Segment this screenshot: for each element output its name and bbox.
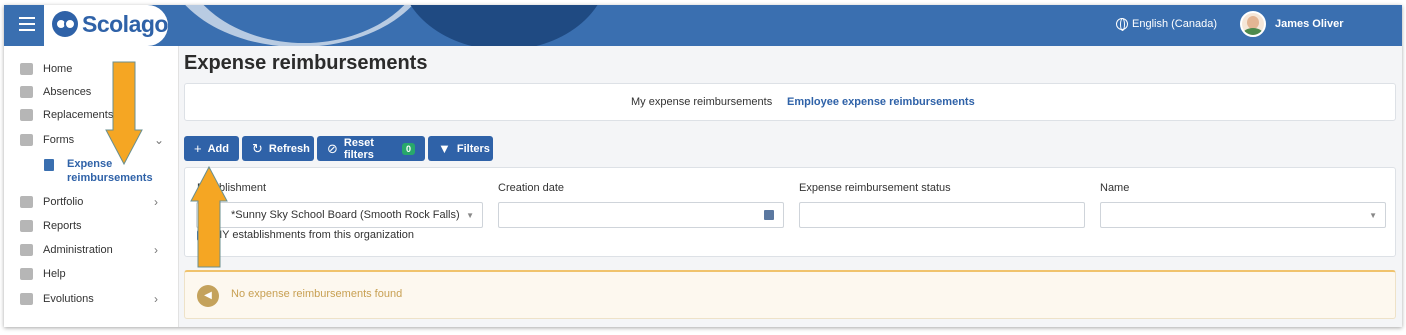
checkbox-label: MY establishments from this organization — [213, 229, 414, 241]
sidebar-item-label: Reports — [43, 220, 82, 232]
forms-icon — [20, 134, 33, 146]
reset-filters-button[interactable]: ⊘ Reset filters 0 — [317, 136, 425, 161]
sidebar-item-replacements[interactable]: Replacements — [4, 104, 179, 126]
status-label: Expense reimbursement status — [799, 182, 951, 194]
status-input[interactable] — [799, 202, 1085, 228]
chevron-right-icon: › — [154, 243, 158, 257]
tab-my-expense-reimbursements[interactable]: My expense reimbursements — [631, 96, 772, 108]
sidebar-item-label: Absences — [43, 86, 92, 98]
sidebar-item-evolutions[interactable]: Evolutions › — [4, 288, 179, 310]
replacements-icon — [20, 109, 33, 121]
refresh-button[interactable]: ↻ Refresh — [242, 136, 314, 161]
globe-icon — [1116, 18, 1128, 31]
chevron-right-icon: › — [154, 195, 158, 209]
document-icon — [44, 159, 54, 171]
my-establishments-checkbox-row[interactable]: ✓ MY establishments from this organizati… — [197, 229, 414, 241]
chevron-down-icon: ⌄ — [154, 133, 165, 147]
sidebar-item-label: Help — [43, 268, 66, 280]
gear-icon — [20, 244, 33, 256]
megaphone-icon: ◀ — [197, 285, 219, 307]
app-name: Scolago — [82, 11, 168, 37]
establishment-value: *Sunny Sky School Board (Smooth Rock Fal… — [231, 209, 460, 221]
reports-icon — [20, 220, 33, 232]
creation-date-input[interactable] — [498, 202, 784, 228]
add-label: Add — [207, 142, 229, 155]
sidebar-item-label: Replacements — [43, 109, 114, 121]
sidebar-item-portfolio[interactable]: Portfolio › — [4, 191, 179, 213]
annotation-arrow-up — [190, 165, 228, 268]
annotation-arrow-down — [105, 61, 143, 166]
top-bar: Scolago English (Canada) James Oliver — [4, 5, 1402, 46]
sidebar-item-administration[interactable]: Administration › — [4, 239, 179, 261]
help-icon — [20, 268, 33, 280]
trophy-icon — [20, 196, 33, 208]
page-title: Expense reimbursements — [184, 52, 428, 74]
sidebar-item-label: Forms — [43, 134, 75, 146]
chevron-right-icon: › — [154, 292, 158, 306]
app-window: Scolago English (Canada) James Oliver Ho… — [4, 5, 1402, 327]
filters-button[interactable]: ▼ Filters — [428, 136, 493, 161]
sidebar-item-label: Portfolio — [43, 196, 84, 208]
add-button[interactable]: + Add — [184, 136, 239, 161]
sprout-icon — [20, 293, 33, 305]
name-select[interactable]: ▼ — [1100, 202, 1386, 228]
creation-date-label: Creation date — [498, 182, 565, 194]
reset-count-badge: 0 — [401, 142, 415, 155]
sidebar-item-label: Evolutions — [43, 293, 94, 305]
name-label: Name — [1100, 182, 1130, 194]
filter-panel: Establishment Creation date Expense reim… — [184, 167, 1396, 257]
sidebar-item-forms[interactable]: Forms ⌄ — [4, 129, 179, 151]
sidebar-item-reports[interactable]: Reports — [4, 215, 179, 237]
language-label: English (Canada) — [1132, 18, 1217, 30]
user-menu[interactable]: James Oliver — [1240, 11, 1344, 37]
language-selector[interactable]: English (Canada) — [1116, 18, 1217, 31]
plus-icon: + — [194, 141, 202, 156]
absences-icon — [20, 86, 33, 98]
establishment-select[interactable]: *Sunny Sky School Board (Smooth Rock Fal… — [196, 202, 483, 228]
dropdown-caret-icon: ▼ — [1369, 211, 1377, 220]
tab-employee-expense-reimbursements[interactable]: Employee expense reimbursements — [787, 96, 975, 108]
avatar — [1240, 11, 1266, 37]
sidebar-item-help[interactable]: Help — [4, 263, 179, 285]
dropdown-caret-icon: ▼ — [466, 211, 474, 220]
reset-label: Reset filters — [343, 136, 374, 161]
user-name: James Oliver — [1275, 18, 1344, 30]
filters-label: Filters — [456, 142, 490, 155]
sidebar-item-label: Home — [43, 63, 73, 75]
empty-state-alert: ◀ No expense reimbursements found — [184, 270, 1396, 319]
owl-icon — [52, 11, 78, 37]
filter-clear-icon: ⊘ — [327, 140, 338, 156]
alert-text: No expense reimbursements found — [231, 288, 403, 300]
calendar-icon[interactable] — [764, 210, 774, 220]
refresh-icon: ↻ — [252, 140, 263, 156]
sidebar-item-label: Administration — [43, 244, 113, 256]
sidebar-item-absences[interactable]: Absences — [4, 81, 179, 103]
home-icon — [20, 63, 33, 75]
refresh-label: Refresh — [268, 142, 310, 155]
tabs-bar: My expense reimbursements Employee expen… — [184, 83, 1396, 121]
sidebar-item-home[interactable]: Home — [4, 58, 179, 80]
filter-icon: ▼ — [438, 141, 451, 156]
sidebar: Home Absences Replacements Forms ⌄ Expen… — [4, 46, 179, 327]
menu-icon[interactable] — [19, 17, 35, 31]
